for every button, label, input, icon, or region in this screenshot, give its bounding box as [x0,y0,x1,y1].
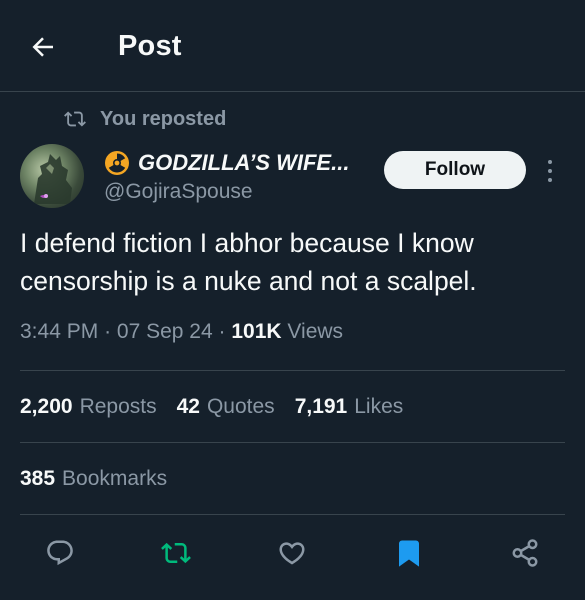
quotes-count: 42 [176,395,200,418]
author-display-name[interactable]: GODZILLA’S WIFE... [138,150,349,176]
divider [20,370,565,371]
divider [20,514,565,515]
arrow-left-icon [32,37,53,57]
bookmarks-count: 385 [20,467,56,490]
divider [20,442,565,443]
meta-separator: · [218,320,226,343]
likes-label: Likes [354,395,404,418]
bookmark-icon [399,540,419,567]
reposts-label: Reposts [79,395,157,418]
likes-count: 7,191 [294,395,348,418]
more-dot-icon [548,169,552,173]
post-date[interactable]: 07 Sep 24 [117,320,213,343]
bookmarks-label: Bookmarks [62,467,168,490]
share-button[interactable] [508,536,542,570]
reposts-count: 2,200 [20,395,73,418]
repost-icon [161,542,191,564]
post-time[interactable]: 3:44 PM [20,320,98,343]
reposts-stat[interactable]: 2,200 Reposts [20,395,157,419]
reply-button[interactable] [43,536,77,570]
views-label: Views [287,320,344,343]
action-bar [0,528,585,576]
post-meta: 3:44 PM · 07 Sep 24 · 101K Views [20,320,343,344]
meta-separator: · [104,320,112,343]
more-dot-icon [548,160,552,164]
author-name-row[interactable]: GODZILLA’S WIFE... [104,148,349,178]
heart-icon [279,542,305,565]
like-button[interactable] [275,536,309,570]
repost-button[interactable] [159,536,193,570]
quotes-label: Quotes [206,395,275,418]
more-dot-icon [548,178,552,182]
share-icon [512,539,538,567]
bookmark-button[interactable] [392,536,426,570]
views-count: 101K [231,320,282,343]
bookmarks-stat[interactable]: 385 Bookmarks [20,464,167,494]
post-text: I defend fiction I abhor because I know … [20,228,477,296]
author-handle[interactable]: @GojiraSpouse [104,180,253,204]
repost-icon [64,111,86,127]
page-title: Post [118,30,182,62]
godzilla-avatar-art [34,154,72,204]
quotes-stat[interactable]: 42 Quotes [177,395,275,419]
repost-text: You reposted [100,107,227,130]
more-options-button[interactable] [540,156,560,186]
engagement-stats: 2,200 Reposts 42 Quotes 7,191 Likes [20,392,403,422]
avatar[interactable] [20,144,84,208]
follow-button[interactable]: Follow [384,151,526,189]
reply-icon [47,540,73,566]
top-bar: Post [0,0,585,92]
likes-stat[interactable]: 7,191 Likes [295,395,404,419]
radioactive-icon [105,151,129,175]
repost-indicator: You reposted [64,106,226,132]
back-button[interactable] [26,30,60,64]
